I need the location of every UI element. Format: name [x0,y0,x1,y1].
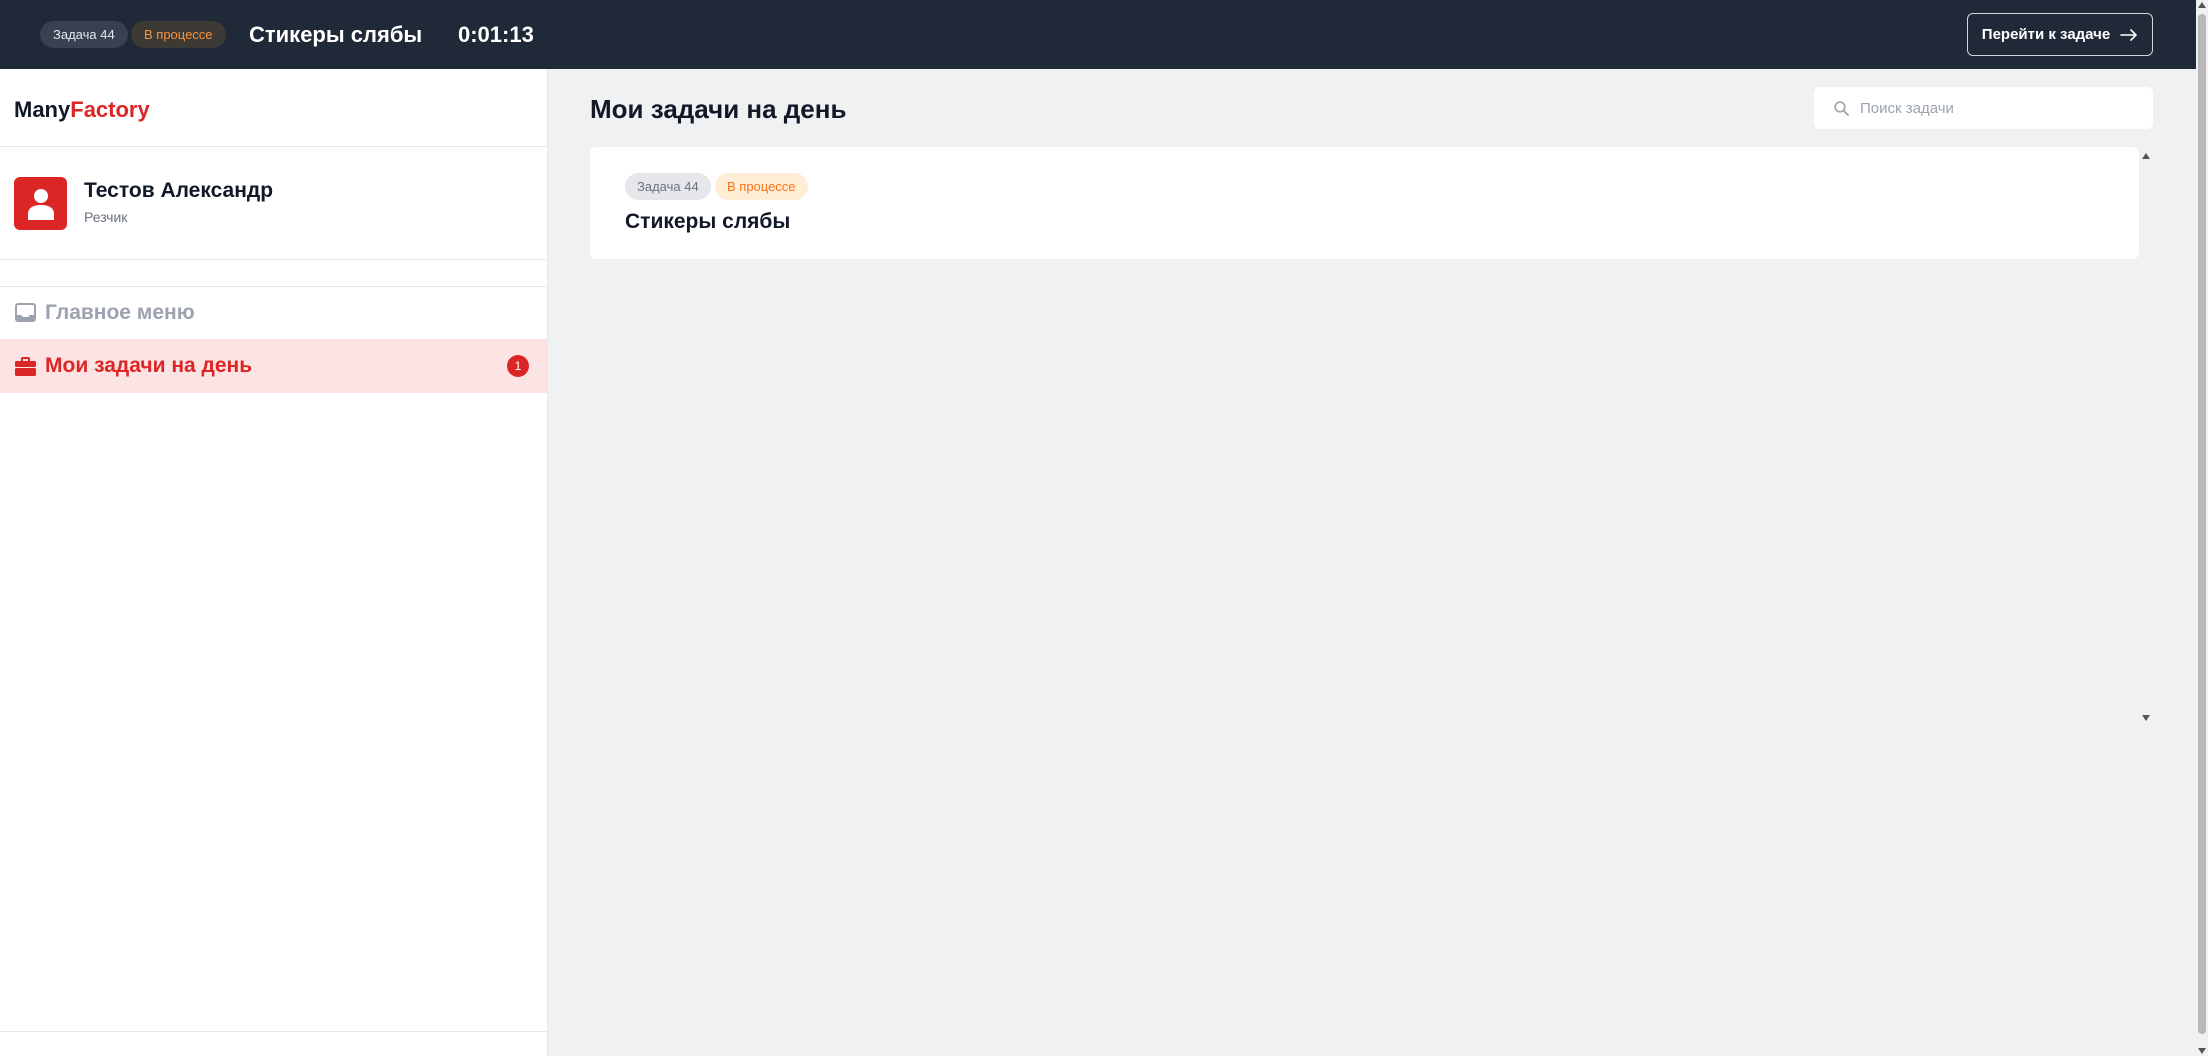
sidebar-item-my-tasks[interactable]: Мои задачи на день 1 [0,339,547,393]
scroll-up-arrow-icon[interactable] [2198,2,2206,8]
user-icon [27,188,54,220]
scroll-down-arrow-icon[interactable] [2198,1048,2206,1054]
inbox-icon [15,303,36,322]
search-icon [1834,101,1849,116]
window-scrollbar-thumb[interactable] [2198,14,2206,1034]
task-list-scrollbar[interactable] [2139,147,2153,727]
task-id-badge: Задача 44 [625,173,711,200]
arrow-right-icon [2120,28,2138,41]
task-timer: 0:01:13 [458,22,534,47]
go-to-task-button[interactable]: Перейти к задаче [1967,13,2153,56]
scroll-down-arrow-icon[interactable] [2142,715,2150,721]
page-title: Мои задачи на день [590,94,847,124]
logo-part-factory: Factory [70,97,150,122]
task-title: Стикеры слябы [625,210,791,233]
sidebar-item-main-menu[interactable]: Главное меню [0,286,547,338]
search-input[interactable] [1860,87,2140,129]
briefcase-icon [15,357,36,376]
avatar [14,177,67,230]
scroll-up-arrow-icon[interactable] [2142,153,2150,159]
active-task-status-badge: В процессе [131,21,226,48]
active-task-title: Стикеры слябы [249,22,423,47]
logo-part-many: Many [14,97,71,122]
divider [0,146,547,147]
top-bar: Задача 44 В процессе Стикеры слябы 0:01:… [0,0,2196,69]
active-task-id-badge: Задача 44 [40,21,128,48]
sidebar-item-label: Главное меню [45,301,195,324]
logo: ManyFactory [14,95,150,125]
task-card[interactable]: Задача 44 В процессе Стикеры слябы [590,147,2139,259]
divider [0,1031,547,1032]
task-list: Задача 44 В процессе Стикеры слябы [590,147,2153,727]
go-to-task-label: Перейти к задаче [1981,26,2111,43]
user-role: Резчик [84,209,128,225]
divider [0,259,547,260]
window-scrollbar[interactable] [2196,0,2208,1056]
sidebar-item-label: Мои задачи на день [45,354,253,377]
task-count-badge: 1 [507,355,529,377]
user-name: Тестов Александр [84,179,274,202]
search-box [1814,87,2153,129]
task-status-badge: В процессе [715,173,808,200]
sidebar: ManyFactory Тестов Александр Резчик Глав… [0,69,548,1056]
